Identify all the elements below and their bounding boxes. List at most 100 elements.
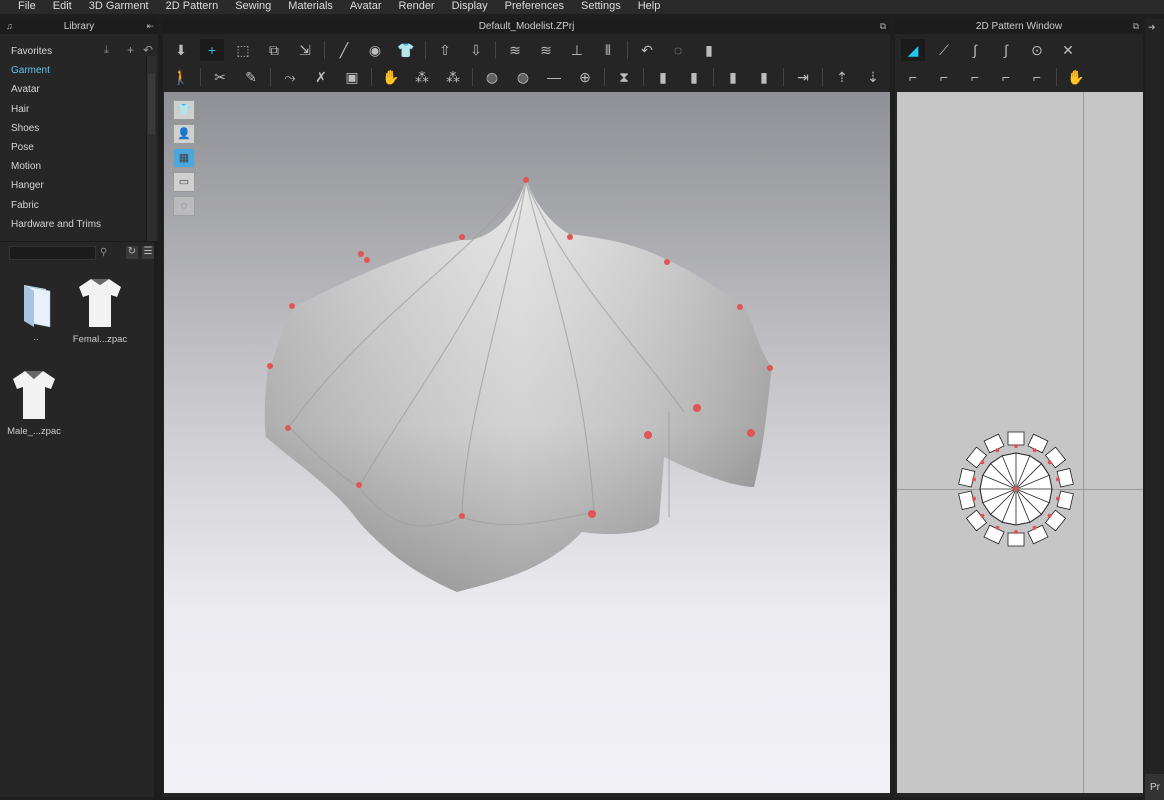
file-item-parent[interactable]: .. xyxy=(6,281,66,343)
menu-file[interactable]: File xyxy=(18,0,36,14)
search-icon[interactable]: ⚲ xyxy=(100,247,107,258)
list-view-icon[interactable]: ☰ xyxy=(142,246,154,259)
category-shoes[interactable]: Shoes xyxy=(0,119,146,138)
tool-icon[interactable]: ✕ xyxy=(1056,39,1080,61)
category-garment[interactable]: Garment xyxy=(0,61,146,80)
file-item-female[interactable]: Femal...zpac xyxy=(70,275,130,345)
file-item-male[interactable]: Male_...zpac xyxy=(4,367,64,437)
tool-icon[interactable]: ⇣ xyxy=(861,66,885,88)
tool-icon[interactable]: ⌐ xyxy=(1025,66,1049,88)
tool-icon[interactable]: ▮ xyxy=(697,39,721,61)
tool-icon[interactable]: ⌐ xyxy=(994,66,1018,88)
toolbar-separator xyxy=(270,68,271,86)
undock-icon[interactable]: ⧉ xyxy=(1133,19,1139,34)
tool-icon[interactable]: ≋ xyxy=(503,39,527,61)
tool-icon[interactable]: ⇥ xyxy=(791,66,815,88)
3d-toolbar-row-1: ⬇ + ⬚ ⧉ ⇲ ╱ ◉ 👕 ⇧ ⇩ ≋ ≋ ⊥ ⫴ ↶ ◌ ▮ xyxy=(169,37,728,63)
undock-icon[interactable]: ⧉ xyxy=(880,19,886,34)
tool-icon[interactable]: ✋ xyxy=(379,66,403,88)
menu-3d-garment[interactable]: 3D Garment xyxy=(89,0,149,14)
tool-icon[interactable]: ◍ xyxy=(480,66,504,88)
tool-icon[interactable]: ⧗ xyxy=(612,66,636,88)
menu-help[interactable]: Help xyxy=(638,0,661,14)
dock-arrow-icon[interactable]: ⇤ xyxy=(146,19,154,34)
category-hanger[interactable]: Hanger xyxy=(0,176,146,195)
tool-icon[interactable]: + xyxy=(200,39,224,61)
tool-icon[interactable]: ⇩ xyxy=(464,39,488,61)
tool-icon[interactable]: ✂ xyxy=(208,66,232,88)
tool-icon[interactable]: ⟋ xyxy=(932,39,956,61)
tool-icon[interactable]: ◍ xyxy=(511,66,535,88)
tent-garment-3d[interactable] xyxy=(164,92,890,793)
menu-display[interactable]: Display xyxy=(452,0,488,14)
tool-icon[interactable]: ⬇ xyxy=(169,39,193,61)
category-favorites[interactable]: Favorites xyxy=(0,42,146,61)
tool-icon[interactable]: — xyxy=(542,66,566,88)
tool-icon[interactable]: ⊥ xyxy=(565,39,589,61)
menu-avatar[interactable]: Avatar xyxy=(350,0,382,14)
search-input[interactable] xyxy=(9,246,96,260)
tool-icon[interactable]: ◉ xyxy=(363,39,387,61)
tool-icon[interactable]: ▣ xyxy=(340,66,364,88)
tool-icon[interactable]: ⊕ xyxy=(573,66,597,88)
tool-icon[interactable]: ⇲ xyxy=(293,39,317,61)
category-hair[interactable]: Hair xyxy=(0,100,146,119)
tool-icon[interactable]: ∫ xyxy=(963,39,987,61)
tool-icon[interactable]: ✗ xyxy=(309,66,333,88)
2d-pattern-canvas[interactable] xyxy=(897,92,1143,793)
2d-window-header: 2D Pattern Window ⧉ xyxy=(895,19,1143,34)
category-avatar[interactable]: Avatar xyxy=(0,80,146,99)
category-hardware-and-trims[interactable]: Hardware and Trims xyxy=(0,215,146,234)
tool-icon[interactable]: ▮ xyxy=(752,66,776,88)
menu-materials[interactable]: Materials xyxy=(288,0,333,14)
tool-icon[interactable]: 👕 xyxy=(394,39,418,61)
3d-garment-window: Default_Modelist.ZPrj ⧉ ⬇ + ⬚ ⧉ ⇲ ╱ ◉ 👕 ⇧ ⇩ ≋ ≋ ⊥ ⫴ ↶ ◌… xyxy=(163,19,890,797)
tool-icon[interactable]: ↶ xyxy=(635,39,659,61)
category-pose[interactable]: Pose xyxy=(0,138,146,157)
tool-icon[interactable]: ⇡ xyxy=(830,66,854,88)
property-tab[interactable]: Pr xyxy=(1145,774,1164,800)
expand-arrow-icon[interactable]: ➜ xyxy=(1148,22,1156,33)
library-title: Library xyxy=(63,21,95,32)
tool-icon[interactable]: ⁂ xyxy=(410,66,434,88)
tool-icon[interactable]: ▮ xyxy=(651,66,675,88)
tool-icon[interactable]: ◢ xyxy=(901,39,925,61)
menu-edit[interactable]: Edit xyxy=(53,0,72,14)
download-icon[interactable]: ⤓ xyxy=(104,44,109,57)
tool-icon[interactable]: ╱ xyxy=(332,39,356,61)
3d-toolbar-row-2: 🚶 ✂ ✎ ⤳ ✗ ▣ ✋ ⁂ ⁂ ◍ ◍ — ⊕ ⧗ ▮ ▮ ▮ ▮ ⇥ ⇡ ⇣ xyxy=(169,64,892,90)
tool-icon[interactable]: ⬚ xyxy=(231,39,255,61)
tool-icon[interactable]: ≋ xyxy=(534,39,558,61)
category-scrollbar[interactable] xyxy=(146,56,156,242)
menu-settings[interactable]: Settings xyxy=(581,0,621,14)
tool-icon[interactable]: ⌐ xyxy=(963,66,987,88)
tool-icon[interactable]: ⧉ xyxy=(262,39,286,61)
tool-icon[interactable]: ⤳ xyxy=(278,66,302,88)
category-fabric[interactable]: Fabric xyxy=(0,196,146,215)
category-list: Favorites Garment Avatar Hair Shoes Pose Motio… xyxy=(0,42,146,234)
tool-icon[interactable]: ▮ xyxy=(721,66,745,88)
project-title: Default_Modelist.ZPrj xyxy=(478,21,575,32)
menu-2d-pattern[interactable]: 2D Pattern xyxy=(166,0,219,14)
tool-icon[interactable]: ✎ xyxy=(239,66,263,88)
menu-sewing[interactable]: Sewing xyxy=(235,0,271,14)
tool-icon[interactable]: ⌐ xyxy=(901,66,925,88)
tool-icon[interactable]: ✋ xyxy=(1064,66,1088,88)
category-motion[interactable]: Motion xyxy=(0,157,146,176)
add-icon[interactable]: + xyxy=(127,43,134,57)
tool-icon[interactable]: ∫ xyxy=(994,39,1018,61)
tool-icon[interactable]: 🚶 xyxy=(169,66,193,88)
tool-icon[interactable]: ◌ xyxy=(666,39,690,61)
menu-render[interactable]: Render xyxy=(399,0,435,14)
3d-viewport[interactable]: 👕 👤 ▦ ▭ ◌ xyxy=(164,92,890,793)
menu-preferences[interactable]: Preferences xyxy=(505,0,564,14)
tent-pattern-pieces[interactable] xyxy=(897,92,1143,793)
refresh-icon[interactable]: ↻ xyxy=(126,246,138,259)
tool-icon[interactable]: ⁂ xyxy=(441,66,465,88)
tool-icon[interactable]: ⫴ xyxy=(596,39,620,61)
tool-icon[interactable]: ▮ xyxy=(682,66,706,88)
tool-icon[interactable]: ⊙ xyxy=(1025,39,1049,61)
tool-icon[interactable]: ⇧ xyxy=(433,39,457,61)
back-icon[interactable]: ↶ xyxy=(143,43,153,57)
tool-icon[interactable]: ⌐ xyxy=(932,66,956,88)
